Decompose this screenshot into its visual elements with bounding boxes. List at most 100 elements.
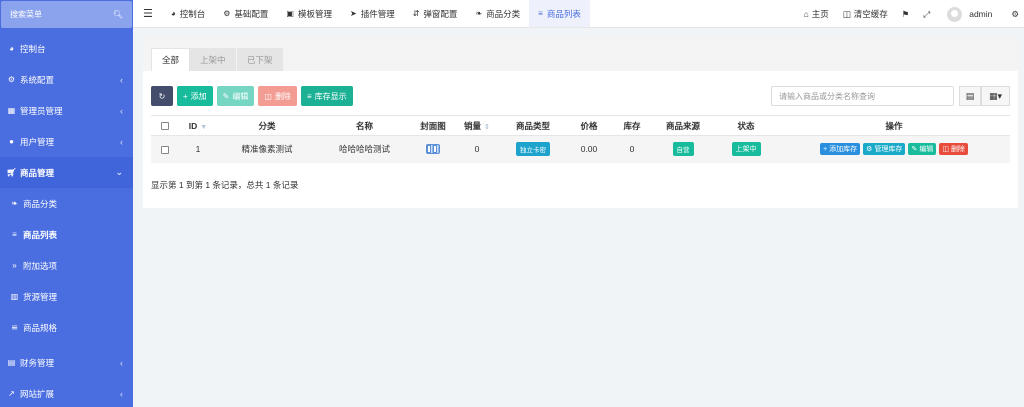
row-delete-label: 删除 xyxy=(950,146,965,154)
hamburger-icon[interactable]: ☰ xyxy=(133,7,162,20)
clear-cache-button[interactable]: ◫ 清空缓存 xyxy=(836,8,895,20)
col-header: 封面图 xyxy=(420,120,446,131)
sidebar-item-finance[interactable]: ▤ 财务管理 ‹ xyxy=(0,347,133,378)
add-stock-button[interactable]: + 添加库存 xyxy=(820,143,861,156)
topbar: ☰ ◕ 控制台 ⚙ 基础配置 ▣ 模板管理 ➤ 插件管理 ⇵ 弹窗配置 ❧ 商品… xyxy=(133,0,1024,28)
top-right: ⌂ 主页 ◫ 清空缓存 ⚑ ⤢ admin ⚙ xyxy=(797,0,1024,28)
list-icon: ≡ xyxy=(306,91,312,101)
avatar xyxy=(947,6,963,22)
sliders-icon: ≌ xyxy=(11,323,18,332)
sidebar-item-extensions[interactable]: ↗ 网站扩展 ‹ xyxy=(0,378,133,407)
edit-label: 编辑 xyxy=(232,91,249,101)
top-nav-product-list[interactable]: ≡ 商品列表 xyxy=(529,0,590,27)
row-actions: + 添加库存 ⚙ 管理库存 ✎ 编辑 ◫ 删除 xyxy=(778,143,1010,156)
type-badge: 独立卡密 xyxy=(516,142,550,157)
add-stock-label: 添加库存 xyxy=(829,146,858,154)
top-nav-popups[interactable]: ⇵ 弹窗配置 xyxy=(404,0,467,27)
tab-all[interactable]: 全部 xyxy=(151,48,191,71)
tab-off-sale[interactable]: 已下架 xyxy=(237,48,283,71)
row-select-cell[interactable] xyxy=(151,135,179,163)
top-nav-label: 商品列表 xyxy=(546,8,581,19)
sidebar-item-users[interactable]: ● 用户管理 ‹ xyxy=(0,126,133,157)
plus-icon: + xyxy=(183,91,188,101)
leaf-icon: ❧ xyxy=(11,199,18,208)
clear-cache-label: 清空缓存 xyxy=(853,9,888,19)
table-icon: ▤ xyxy=(965,90,975,101)
settings-button[interactable]: ⚙ xyxy=(1004,9,1024,20)
columns-button[interactable]: ▦▾ xyxy=(981,86,1010,106)
pagination-summary: 显示第 1 到第 1 条记录，总共 1 条记录 xyxy=(151,180,299,190)
user-icon: ● xyxy=(9,137,14,146)
sort-icon: ⇵ xyxy=(412,9,420,18)
tab-on-sale[interactable]: 上架中 xyxy=(190,48,236,71)
refresh-button[interactable]: ↻ xyxy=(151,86,173,106)
col-cover: 封面图 xyxy=(412,115,454,136)
language-button[interactable]: ⚑ xyxy=(895,9,917,20)
sidebar-search-label: 搜索菜单 xyxy=(10,10,42,19)
sidebar-item-label: 系统配置 xyxy=(20,74,55,85)
top-nav-basic-config[interactable]: ⚙ 基础配置 xyxy=(214,0,277,27)
sidebar-item-admin[interactable]: ▦ 管理员管理 ‹ xyxy=(0,95,133,126)
row-edit-button[interactable]: ✎ 编辑 xyxy=(908,143,937,156)
fullscreen-button[interactable]: ⤢ xyxy=(916,9,937,20)
list-icon: ≡ xyxy=(538,9,543,18)
toggle-view-button[interactable]: ▤ xyxy=(959,86,981,106)
user-menu[interactable]: admin xyxy=(937,6,1004,22)
stock-display-label: 库存显示 xyxy=(314,91,347,101)
status-tabs: 全部 上架中 已下架 xyxy=(143,38,1018,71)
sidebar-item-extra-options[interactable]: » 附加选项 xyxy=(0,250,133,281)
trash-icon: ◫ xyxy=(842,8,851,19)
monitor-icon: ▣ xyxy=(286,9,294,18)
home-icon: ⌂ xyxy=(803,9,809,19)
search-input[interactable]: 请输入商品或分类名称查询 xyxy=(771,86,954,106)
money-icon: ▤ xyxy=(7,358,16,367)
cell-id: 1 xyxy=(179,135,217,163)
top-nav-product-category[interactable]: ❧ 商品分类 xyxy=(466,0,529,27)
home-link[interactable]: ⌂ 主页 xyxy=(797,8,836,20)
top-nav-dashboard[interactable]: ◕ 控制台 xyxy=(162,0,214,27)
col-category: 分类 xyxy=(217,115,317,136)
add-button[interactable]: + 添加 xyxy=(177,86,213,106)
grid-icon: ▦▾ xyxy=(988,90,1003,101)
sidebar-item-dashboard[interactable]: ◕ 控制台 xyxy=(0,33,133,64)
sidebar-item-label: 附加选项 xyxy=(23,260,58,271)
sidebar-item-label: 财务管理 xyxy=(20,357,55,368)
col-header: 分类 xyxy=(258,120,276,131)
row-checkbox[interactable] xyxy=(161,146,169,154)
col-sales[interactable]: 销量 ⇕ xyxy=(454,115,500,136)
col-id[interactable]: ID ▼ xyxy=(179,115,217,136)
rocket-icon: ➤ xyxy=(350,9,357,18)
pencil-icon: ✎ xyxy=(222,91,230,101)
sidebar-item-product-list[interactable]: ≡ 商品列表 xyxy=(0,219,133,250)
top-nav-label: 插件管理 xyxy=(360,8,395,19)
cover-image[interactable] xyxy=(425,141,441,157)
sidebar-item-label: 管理员管理 xyxy=(20,105,63,116)
table-row[interactable]: 1 精准像素测试 哈哈哈哈测试 0 独立卡密 0.00 0 自营 上架中 + 添… xyxy=(151,135,1010,163)
col-source: 商品来源 xyxy=(652,115,714,136)
select-all-cell[interactable] xyxy=(151,115,179,136)
edit-button[interactable]: ✎ 编辑 xyxy=(216,86,255,106)
top-nav-plugins[interactable]: ➤ 插件管理 xyxy=(341,0,404,27)
sidebar-item-system-config[interactable]: ⚙ 系统配置 ‹ xyxy=(0,64,133,95)
sidebar-item-product-category[interactable]: ❧ 商品分类 xyxy=(0,188,133,219)
col-status: 状态 xyxy=(714,115,778,136)
manage-stock-button[interactable]: ⚙ 管理库存 xyxy=(863,143,906,156)
chevron-left-icon: ‹ xyxy=(120,136,123,147)
sidebar-item-label: 货源管理 xyxy=(23,291,58,302)
trash-icon: ◫ xyxy=(942,146,949,154)
delete-label: 删除 xyxy=(274,91,291,101)
fullscreen-icon: ⤢ xyxy=(923,8,931,19)
select-all-checkbox[interactable] xyxy=(161,122,169,131)
sidebar-item-specs[interactable]: ≌ 商品规格 xyxy=(0,312,133,343)
delete-button[interactable]: ◫ 删除 xyxy=(258,86,297,106)
sidebar-item-products[interactable]: 🛒︎ 商品管理 ⌄ xyxy=(0,157,133,188)
chevron-left-icon: ‹ xyxy=(120,357,123,368)
status-badge[interactable]: 上架中 xyxy=(731,142,761,157)
row-delete-button[interactable]: ◫ 删除 xyxy=(939,143,968,156)
stock-display-button[interactable]: ≡ 库存显示 xyxy=(300,86,353,106)
cell-actions: + 添加库存 ⚙ 管理库存 ✎ 编辑 ◫ 删除 xyxy=(778,135,1010,163)
sidebar-search[interactable]: 搜索菜单 🔍︎ xyxy=(1,1,132,28)
search-icon[interactable]: 🔍︎ xyxy=(113,10,123,19)
top-nav-templates[interactable]: ▣ 模板管理 xyxy=(277,0,341,27)
sidebar-item-supply[interactable]: ▥ 货源管理 xyxy=(0,281,133,312)
